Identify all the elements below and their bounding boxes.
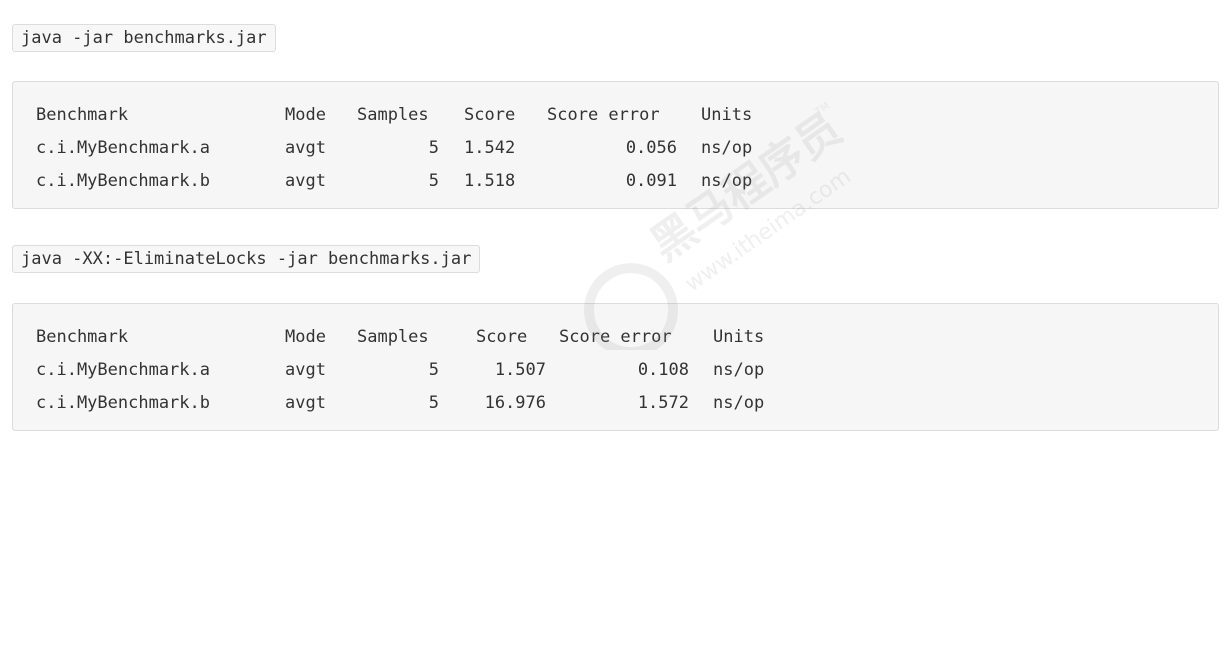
command-snippet-1: java -jar benchmarks.jar xyxy=(12,24,276,52)
header-samples: Samples xyxy=(357,105,429,125)
table-row: c.i.MyBenchmark.b avgt 5 1.518 0.091 ns/… xyxy=(13,165,1218,198)
benchmark-result-block-2: Benchmark Mode Samples Score Score error… xyxy=(12,303,1219,431)
samples-value: 5 xyxy=(428,360,439,380)
header-benchmark: Benchmark xyxy=(36,327,129,347)
command-snippet-2: java -XX:-EliminateLocks -jar benchmarks… xyxy=(12,245,481,273)
score-error-value: 0.108 xyxy=(637,360,689,380)
header-score: Score xyxy=(464,105,516,125)
score-value: 1.507 xyxy=(494,360,546,380)
table-header: Benchmark Mode Samples Score Score error… xyxy=(13,99,1218,132)
benchmark-name: c.i.MyBenchmark.b xyxy=(36,393,210,413)
table-row: c.i.MyBenchmark.a avgt 5 1.507 0.108 ns/… xyxy=(13,354,1218,387)
samples-value: 5 xyxy=(428,171,439,191)
table-row: c.i.MyBenchmark.b avgt 5 16.976 1.572 ns… xyxy=(13,387,1218,420)
score-error-value: 1.572 xyxy=(637,393,689,413)
mode-value: avgt xyxy=(285,393,326,413)
mode-value: avgt xyxy=(285,171,326,191)
score-value: 1.542 xyxy=(464,138,516,158)
score-error-value: 0.056 xyxy=(625,138,677,158)
header-units: Units xyxy=(701,105,753,125)
table-header: Benchmark Mode Samples Score Score error… xyxy=(13,321,1218,354)
benchmark-name: c.i.MyBenchmark.b xyxy=(36,171,210,191)
header-score: Score xyxy=(476,327,528,347)
units-value: ns/op xyxy=(713,360,765,380)
benchmark-name: c.i.MyBenchmark.a xyxy=(36,360,210,380)
header-units: Units xyxy=(713,327,765,347)
score-error-value: 0.091 xyxy=(625,171,677,191)
header-score-error: Score error xyxy=(547,105,660,125)
header-benchmark: Benchmark xyxy=(36,105,129,125)
samples-value: 5 xyxy=(428,393,439,413)
score-value: 1.518 xyxy=(464,171,516,191)
mode-value: avgt xyxy=(285,138,326,158)
benchmark-name: c.i.MyBenchmark.a xyxy=(36,138,210,158)
header-mode: Mode xyxy=(285,327,326,347)
header-samples: Samples xyxy=(357,327,429,347)
units-value: ns/op xyxy=(701,138,753,158)
units-value: ns/op xyxy=(701,171,753,191)
samples-value: 5 xyxy=(428,138,439,158)
header-score-error: Score error xyxy=(559,327,672,347)
mode-value: avgt xyxy=(285,360,326,380)
header-mode: Mode xyxy=(285,105,326,125)
benchmark-result-block-1: Benchmark Mode Samples Score Score error… xyxy=(12,81,1219,209)
units-value: ns/op xyxy=(713,393,765,413)
score-value: 16.976 xyxy=(484,393,546,413)
table-row: c.i.MyBenchmark.a avgt 5 1.542 0.056 ns/… xyxy=(13,132,1218,165)
